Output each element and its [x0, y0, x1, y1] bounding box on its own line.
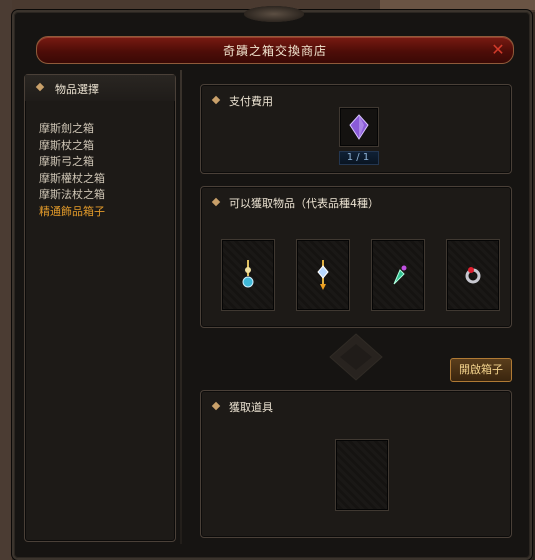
bullet-diamond-icon [35, 82, 45, 92]
item-list: 摩斯劍之箱 摩斯杖之箱 摩斯弓之箱 摩斯權杖之箱 摩斯法杖之箱 精通飾品箱子 [39, 121, 105, 220]
payment-panel: 支付費用 1 / 1 [200, 84, 512, 174]
close-button[interactable]: ✕ [489, 41, 507, 59]
item-selection-header: 物品選擇 [25, 75, 175, 101]
obtainable-items-panel: 可以獲取物品（代表品種4種） [200, 186, 512, 328]
payment-heading: 支付費用 [229, 95, 273, 108]
exchange-shop-window: 奇蹟之箱交換商店 ✕ 物品選擇 摩斯劍之箱 摩斯杖之箱 摩斯弓之箱 摩斯權杖之箱… [12, 6, 532, 560]
window-title: 奇蹟之箱交換商店 [222, 44, 327, 58]
list-item-selected[interactable]: 精通飾品箱子 [39, 204, 105, 221]
obtainable-item-slot[interactable] [371, 239, 425, 311]
list-item[interactable]: 摩斯法杖之箱 [39, 187, 105, 204]
title-bar: 奇蹟之箱交換商店 ✕ [36, 36, 514, 64]
list-item[interactable]: 摩斯權杖之箱 [39, 171, 105, 188]
obtainable-item-slot[interactable] [446, 239, 500, 311]
obtained-item-slot[interactable] [335, 439, 389, 511]
list-item[interactable]: 摩斯弓之箱 [39, 154, 105, 171]
decorative-emblem-icon [329, 333, 383, 381]
bullet-diamond-icon [211, 401, 221, 411]
obtained-item-panel: 獲取道具 [200, 390, 512, 538]
blue-pendant-icon [242, 260, 254, 288]
red-ring-icon [465, 267, 481, 284]
panel-divider [180, 70, 182, 544]
purple-gem-icon [349, 114, 369, 140]
gold-pendant-icon [317, 260, 329, 290]
list-item[interactable]: 摩斯杖之箱 [39, 138, 105, 155]
obtainable-item-slot[interactable] [221, 239, 275, 311]
item-selection-heading: 物品選擇 [55, 83, 99, 96]
list-item[interactable]: 摩斯劍之箱 [39, 121, 105, 138]
close-x-icon: ✕ [491, 40, 505, 59]
green-earring-icon [393, 265, 407, 285]
bullet-diamond-icon [211, 197, 221, 207]
window-top-ornament [244, 6, 304, 22]
payment-count: 1 / 1 [346, 152, 370, 163]
obtained-item-heading: 獲取道具 [229, 401, 273, 414]
obtainable-item-slot[interactable] [296, 239, 350, 311]
obtainable-heading: 可以獲取物品（代表品種4種） [229, 197, 379, 210]
open-box-button[interactable]: 開啟箱子 [450, 358, 512, 382]
payment-item-slot[interactable] [339, 107, 379, 147]
bullet-diamond-icon [211, 95, 221, 105]
item-selection-panel: 物品選擇 摩斯劍之箱 摩斯杖之箱 摩斯弓之箱 摩斯權杖之箱 摩斯法杖之箱 精通飾… [24, 74, 176, 542]
